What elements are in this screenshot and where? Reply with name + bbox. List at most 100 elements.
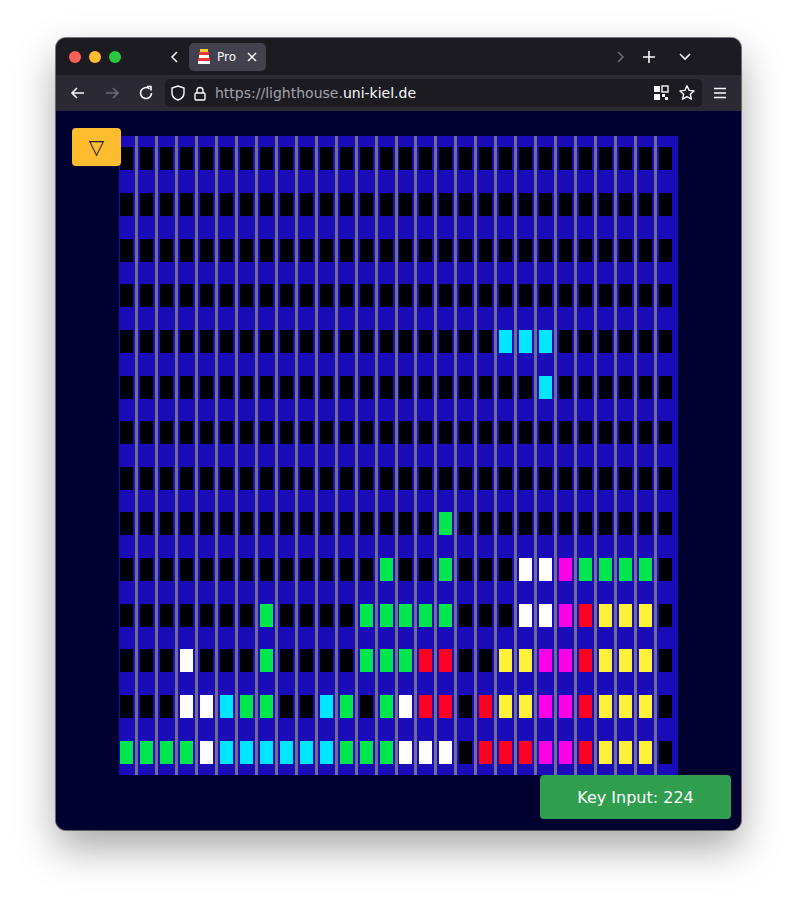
browser-tab[interactable]: Pro [189,43,266,71]
window-lamp [180,330,193,353]
shield-icon[interactable] [171,85,185,101]
window-lamp [280,649,293,672]
window-lamp [559,467,572,490]
window-cell [478,364,498,410]
window-cell [478,638,498,684]
window-cell [478,182,498,228]
new-tab-icon[interactable] [641,49,657,65]
window-lamp [120,421,133,444]
window-lamp [220,421,233,444]
window-cell [518,410,538,456]
window-lamp [659,239,672,262]
window-cell [658,364,678,410]
desktop: Pro https://lighthouse.uni-kiel.de ▽ Key In… [0,0,797,904]
window-lamp [559,558,572,581]
window-lamp [280,239,293,262]
window-cell [279,501,299,547]
lighthouse-grid [119,136,678,775]
chevron-left-icon[interactable] [167,49,183,65]
minimize-window-button[interactable] [89,51,101,63]
window-cell [239,638,259,684]
lock-icon[interactable] [194,86,206,101]
window-cell [179,273,199,319]
window-lamp [380,695,393,718]
menu-toggle-button[interactable]: ▽ [72,128,121,166]
window-lamp [499,330,512,353]
window-lamp [499,467,512,490]
window-lamp [479,376,492,399]
zoom-window-button[interactable] [109,51,121,63]
window-lamp [519,558,532,581]
window-lamp [659,604,672,627]
window-cell [618,227,638,273]
window-lamp [499,239,512,262]
window-cell [398,684,418,730]
bookmark-star-icon[interactable] [678,84,696,102]
window-cell [259,638,279,684]
window-lamp [639,695,652,718]
window-cell [498,364,518,410]
window-cell [239,319,259,365]
window-lamp [260,147,273,170]
window-lamp [140,695,153,718]
window-cell [319,136,339,182]
window-lamp [659,284,672,307]
window-cell [438,364,458,410]
window-lamp [240,193,253,216]
window-cell [279,319,299,365]
window-cell [279,364,299,410]
window-lamp [340,558,353,581]
address-field[interactable]: https://lighthouse.uni-kiel.de [165,79,702,107]
window-lamp [260,284,273,307]
back-arrow-icon[interactable] [69,84,87,102]
window-cell [638,684,658,730]
window-lamp [479,558,492,581]
window-lamp [160,330,173,353]
window-cell [239,455,259,501]
hamburger-menu-icon[interactable] [711,84,729,102]
window-cell [578,684,598,730]
window-cell [219,227,239,273]
window-lamp [539,330,552,353]
window-lamp [120,376,133,399]
window-lamp [659,558,672,581]
window-lamp [459,239,472,262]
forward-arrow-icon[interactable] [103,84,121,102]
window-lamp [459,741,472,764]
window-lamp [499,376,512,399]
window-cell [498,136,518,182]
window-cell [598,182,618,228]
window-cell [279,638,299,684]
window-lamp [220,604,233,627]
window-lamp [499,604,512,627]
close-tab-icon[interactable] [246,51,258,63]
window-lamp [140,512,153,535]
window-lamp [160,558,173,581]
window-lamp [200,649,213,672]
window-cell [359,227,379,273]
window-lamp [419,467,432,490]
window-cell [458,684,478,730]
window-lamp [399,376,412,399]
window-lamp [320,239,333,262]
tab-list-icon[interactable] [677,49,693,65]
window-cell [598,319,618,365]
reload-icon[interactable] [137,84,155,102]
window-cell [398,729,418,775]
window-lamp [519,649,532,672]
window-lamp [599,695,612,718]
window-cell [359,455,379,501]
window-cell [299,273,319,319]
key-input-button[interactable]: Key Input: 224 [540,775,731,819]
close-window-button[interactable] [69,51,81,63]
window-lamp [340,239,353,262]
window-cell [578,136,598,182]
window-cell [199,638,219,684]
window-cell [398,136,418,182]
window-lamp [479,741,492,764]
chevron-right-icon[interactable] [612,49,628,65]
extensions-grid-icon[interactable] [653,85,669,101]
window-lamp [459,284,472,307]
window-cell [438,227,458,273]
window-lamp [300,284,313,307]
